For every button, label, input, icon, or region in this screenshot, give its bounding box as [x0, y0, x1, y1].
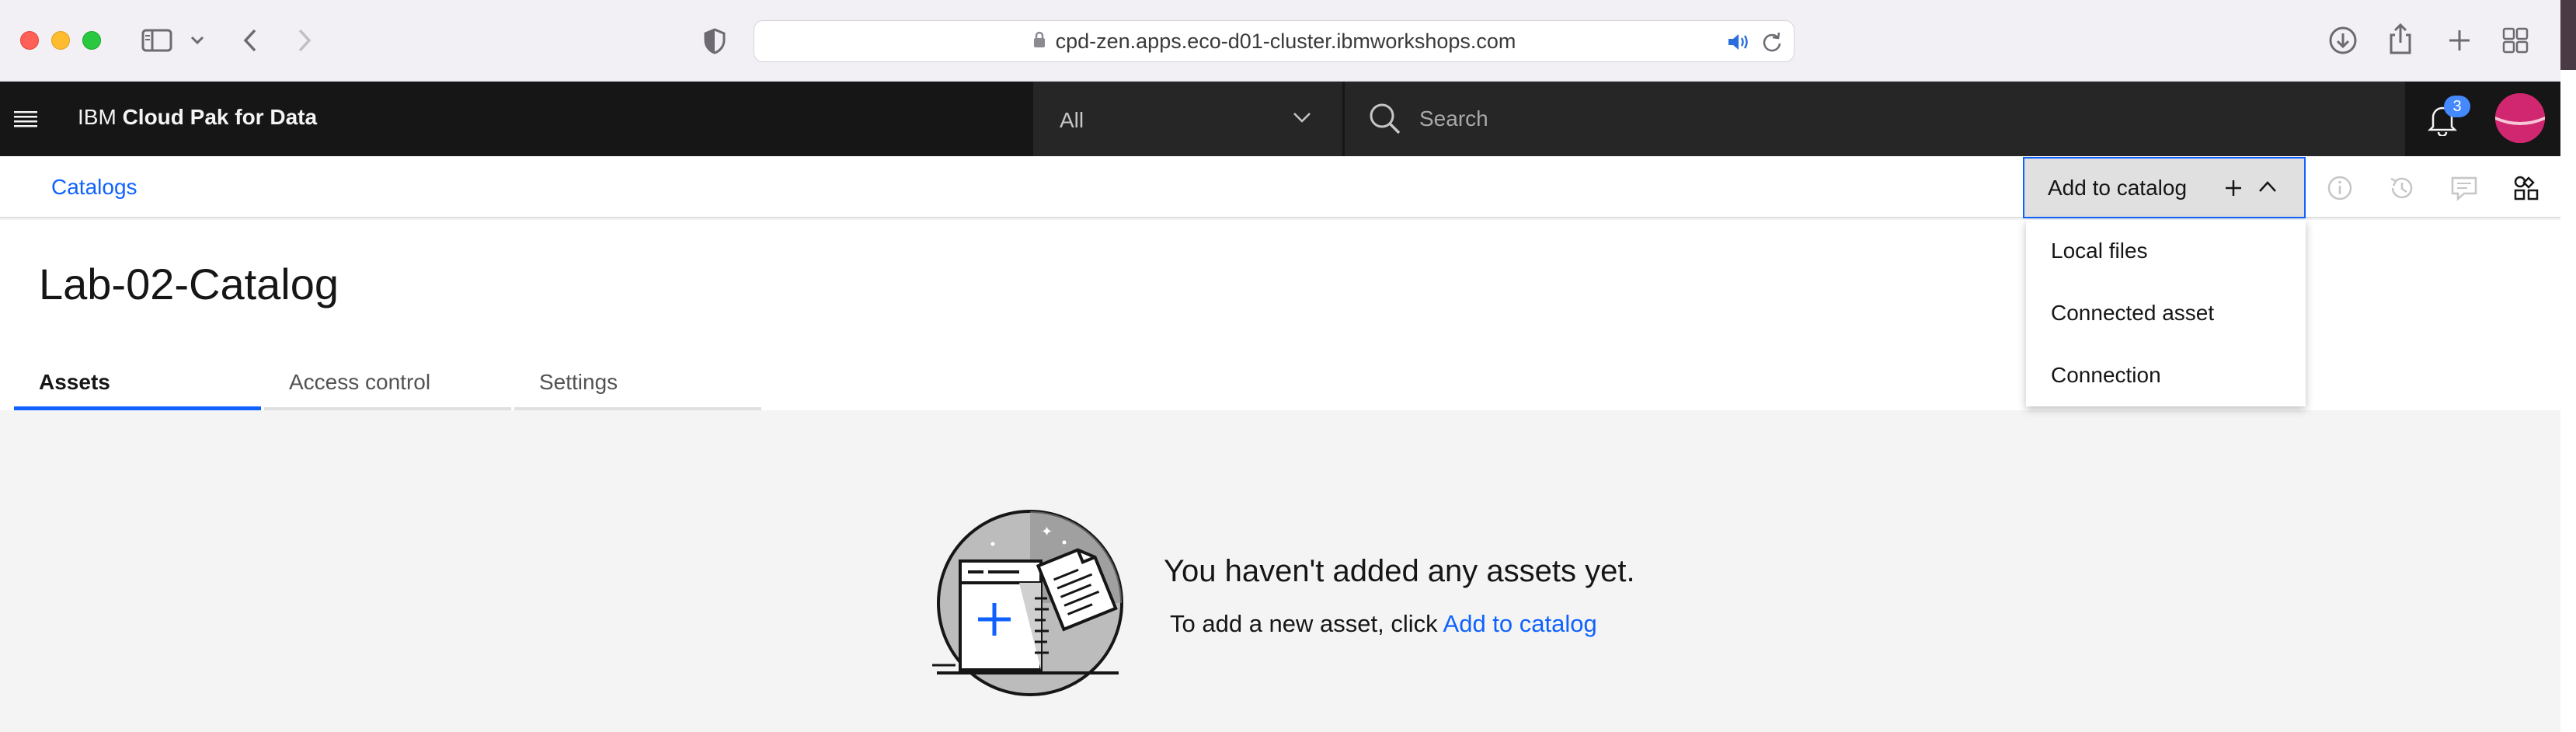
search-input[interactable]: Search	[1345, 82, 2405, 156]
zoom-window-button[interactable]	[82, 31, 101, 50]
brand-prefix: IBM	[78, 105, 117, 129]
search-placeholder: Search	[1419, 106, 1488, 131]
hamburger-menu-icon[interactable]	[12, 108, 39, 130]
tab-access-control[interactable]: Access control	[264, 364, 511, 410]
lock-icon	[1032, 30, 1046, 53]
new-tab-icon[interactable]	[2444, 25, 2475, 56]
tab-assets[interactable]: Assets	[14, 364, 261, 410]
empty-state-description: To add a new asset, click Add to catalog	[1170, 610, 1597, 638]
tab-overview-icon[interactable]	[2500, 25, 2531, 56]
notification-count-badge: 3	[2444, 96, 2470, 117]
search-scope-value: All	[1060, 108, 1084, 132]
chevron-up-icon	[2257, 180, 2278, 197]
tab-settings[interactable]: Settings	[514, 364, 761, 410]
info-icon[interactable]	[2324, 173, 2355, 204]
add-to-catalog-label: Add to catalog	[2048, 176, 2188, 200]
browser-toolbar: cpd-zen.apps.eco-d01-cluster.ibmworkshop…	[0, 0, 2560, 82]
close-window-button[interactable]	[20, 31, 39, 50]
url-text: cpd-zen.apps.eco-d01-cluster.ibmworkshop…	[1055, 29, 1516, 53]
tab-label: Assets	[39, 370, 110, 394]
avatar[interactable]	[2495, 93, 2545, 143]
svg-text:✦: ✦	[1041, 524, 1053, 540]
brand-name: Cloud Pak for Data	[122, 105, 318, 129]
add-to-catalog-link[interactable]: Add to catalog	[1443, 610, 1597, 637]
top-navigation: IBM Cloud Pak for Data All Search 3	[0, 82, 2560, 156]
reload-icon[interactable]	[1761, 31, 1783, 57]
tab-label: Settings	[539, 370, 618, 394]
comments-icon[interactable]	[2449, 173, 2480, 204]
audio-playing-icon[interactable]	[1727, 32, 1750, 56]
breadcrumb-catalogs-link[interactable]: Catalogs	[51, 175, 138, 200]
forward-icon[interactable]	[291, 26, 319, 54]
share-icon[interactable]	[2385, 22, 2416, 56]
tab-label: Access control	[289, 370, 431, 394]
search-scope-select[interactable]: All	[1033, 82, 1344, 156]
page-title: Lab-02-Catalog	[39, 260, 339, 308]
add-to-catalog-menu: Local files Connected asset Connection	[2026, 220, 2306, 406]
privacy-shield-icon[interactable]	[701, 26, 729, 56]
menu-item-connection[interactable]: Connection	[2051, 363, 2161, 388]
minimize-window-button[interactable]	[51, 31, 70, 50]
search-icon	[1368, 102, 1402, 140]
chevron-down-icon	[1293, 111, 1311, 127]
empty-state-title: You haven't added any assets yet.	[1164, 554, 1635, 588]
address-bar[interactable]: cpd-zen.apps.eco-d01-cluster.ibmworkshop…	[754, 20, 1794, 62]
asset-metadata-icon[interactable]	[2511, 173, 2542, 204]
menu-item-local-files[interactable]: Local files	[2051, 239, 2148, 263]
empty-state-text: To add a new asset, click	[1170, 610, 1443, 637]
back-icon[interactable]	[236, 26, 264, 54]
add-icon	[2223, 178, 2244, 202]
history-icon[interactable]	[2386, 173, 2418, 204]
add-to-catalog-button[interactable]: Add to catalog	[2023, 157, 2306, 218]
window-edge	[2560, 0, 2576, 732]
menu-item-connected-asset[interactable]: Connected asset	[2051, 301, 2214, 326]
downloads-icon[interactable]	[2327, 25, 2358, 56]
product-name[interactable]: IBM Cloud Pak for Data	[78, 105, 317, 130]
chevron-down-icon[interactable]	[186, 30, 208, 51]
sidebar-toggle-icon[interactable]	[140, 26, 174, 54]
empty-state-illustration: ✦	[932, 505, 1134, 699]
